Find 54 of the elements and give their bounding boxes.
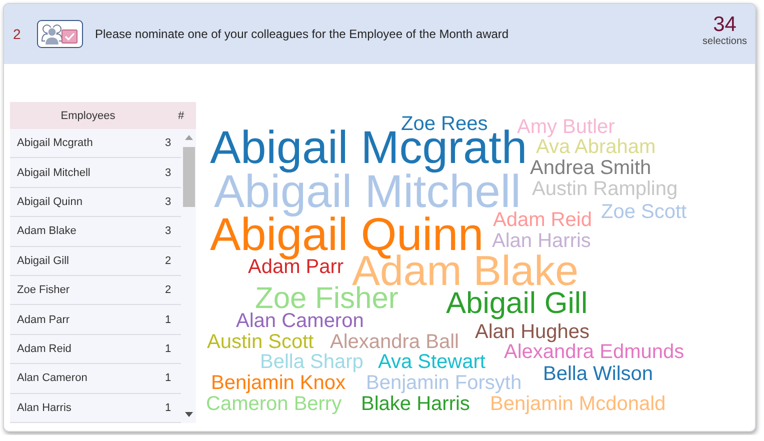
cloud-word: Abigail Gill xyxy=(446,289,588,319)
column-header: # xyxy=(176,110,186,122)
count-cell-text: 3 xyxy=(165,166,172,179)
cloud-word: Benjamin Knox xyxy=(211,373,346,393)
cloud-word: Zoe Fisher xyxy=(255,284,398,314)
question-number: 2 xyxy=(13,26,22,42)
people-check-icon xyxy=(37,20,83,48)
cloud-word: Adam Parr xyxy=(248,257,344,277)
cloud-word: Ava Stewart xyxy=(378,352,486,372)
scroll-thumb[interactable] xyxy=(182,147,194,207)
cloud-word: Cameron Berry xyxy=(206,394,342,414)
count-cell-text: 3 xyxy=(165,196,172,208)
count-cell-text: 1 xyxy=(165,402,172,414)
name-cell-text: Abigail Gill xyxy=(17,254,70,267)
cloud-word: Benjamin Mcdonald xyxy=(490,394,666,414)
cloud-word: Alan Hughes xyxy=(475,322,590,342)
scroll-down-icon[interactable] xyxy=(184,412,192,418)
cloud-word: Blake Harris xyxy=(361,394,470,414)
scroll-up-icon[interactable] xyxy=(184,134,192,140)
cloud-word: Alexandra Ball xyxy=(330,332,459,352)
cloud-word: Bella Wilson xyxy=(543,364,654,384)
count-cell-text: 2 xyxy=(165,254,172,267)
name-cell-text: Adam Parr xyxy=(17,314,71,326)
name-cell-text: Adam Blake xyxy=(17,225,78,238)
name-cell-text: Zoe Fisher xyxy=(17,284,71,296)
cloud-word: Andrea Smith xyxy=(530,158,652,178)
count-cell-text: 2 xyxy=(165,284,172,296)
cloud-word: Adam Reid xyxy=(493,210,592,230)
count-cell-text: 3 xyxy=(165,225,172,238)
cloud-word: Austin Rampling xyxy=(532,179,678,199)
count-cell-text: 1 xyxy=(165,372,172,384)
cloud-word: Ava Abraham xyxy=(536,137,656,157)
selection-count: 34 xyxy=(713,14,736,36)
column-header: Employees xyxy=(60,110,116,122)
name-cell-text: Alan Cameron xyxy=(17,372,88,384)
name-cell-text: Adam Reid xyxy=(17,342,72,355)
cloud-word: Benjamin Forsyth xyxy=(366,373,522,393)
cloud-word: Austin Scott xyxy=(207,332,314,352)
cloud-word: Alan Harris xyxy=(492,231,591,251)
count-cell-text: 1 xyxy=(165,342,172,355)
name-cell-text: Abigail Mcgrath xyxy=(17,137,94,150)
count-cell-text: 1 xyxy=(165,314,172,326)
question-text: Please nominate one of your colleagues for the Employee of the Month award xyxy=(95,27,510,41)
selection-label: selections xyxy=(702,36,747,46)
name-cell-text: Alan Harris xyxy=(17,402,72,414)
name-cell-text: Abigail Quinn xyxy=(17,196,84,208)
count-cell-text: 3 xyxy=(165,137,172,150)
name-cell-text: Abigail Mitchell xyxy=(17,166,92,179)
cloud-word: Bella Sharp xyxy=(260,352,364,372)
cloud-word: Alan Cameron xyxy=(236,311,364,331)
cloud-word: Alexandra Edmunds xyxy=(504,342,684,362)
cloud-word: Zoe Rees xyxy=(401,114,488,134)
scrollbar[interactable] xyxy=(181,129,196,423)
cloud-word: Zoe Scott xyxy=(601,202,687,222)
